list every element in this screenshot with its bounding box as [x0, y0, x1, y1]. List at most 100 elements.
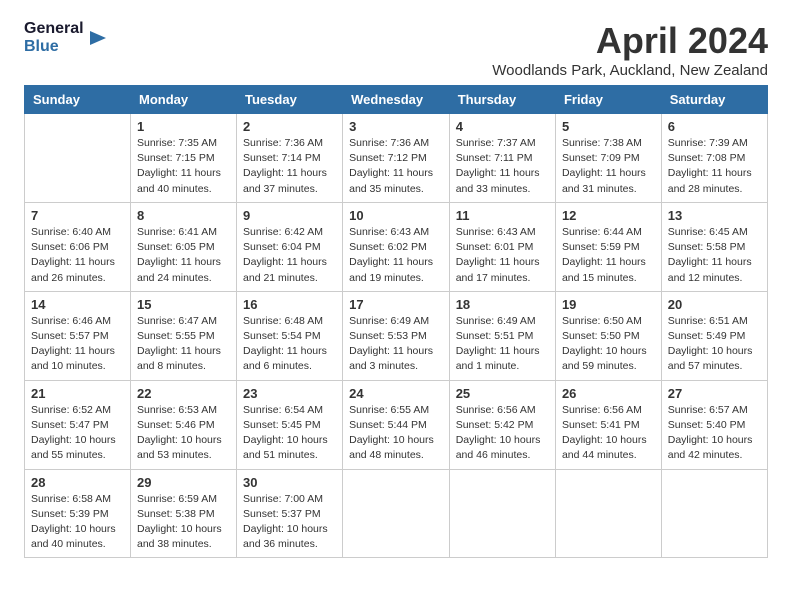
day-info: Sunrise: 6:49 AM Sunset: 5:51 PM Dayligh… — [456, 314, 549, 375]
calendar-cell: 3 Sunrise: 7:36 AM Sunset: 7:12 PM Daylig… — [343, 114, 450, 203]
logo-general: General — [24, 20, 84, 38]
day-number: 12 — [562, 208, 655, 223]
day-number: 25 — [456, 386, 549, 401]
day-number: 18 — [456, 297, 549, 312]
day-info: Sunrise: 6:49 AM Sunset: 5:53 PM Dayligh… — [349, 314, 443, 375]
day-info: Sunrise: 6:57 AM Sunset: 5:40 PM Dayligh… — [668, 403, 761, 464]
calendar-cell — [449, 469, 555, 558]
column-header-thursday: Thursday — [449, 86, 555, 114]
calendar-cell: 5 Sunrise: 7:38 AM Sunset: 7:09 PM Daylig… — [555, 114, 661, 203]
day-number: 27 — [668, 386, 761, 401]
location-title: Woodlands Park, Auckland, New Zealand — [492, 62, 768, 79]
column-header-friday: Friday — [555, 86, 661, 114]
day-info: Sunrise: 6:53 AM Sunset: 5:46 PM Dayligh… — [137, 403, 230, 464]
day-info: Sunrise: 6:58 AM Sunset: 5:39 PM Dayligh… — [31, 492, 124, 553]
logo-triangle-icon — [86, 27, 108, 49]
day-info: Sunrise: 6:47 AM Sunset: 5:55 PM Dayligh… — [137, 314, 230, 375]
day-number: 28 — [31, 475, 124, 490]
calendar-cell: 8 Sunrise: 6:41 AM Sunset: 6:05 PM Daylig… — [130, 202, 236, 291]
calendar-cell — [555, 469, 661, 558]
column-header-sunday: Sunday — [25, 86, 131, 114]
column-header-wednesday: Wednesday — [343, 86, 450, 114]
calendar-cell: 10 Sunrise: 6:43 AM Sunset: 6:02 PM Dayli… — [343, 202, 450, 291]
day-number: 17 — [349, 297, 443, 312]
day-number: 21 — [31, 386, 124, 401]
day-info: Sunrise: 6:41 AM Sunset: 6:05 PM Dayligh… — [137, 225, 230, 286]
day-number: 16 — [243, 297, 336, 312]
day-number: 4 — [456, 119, 549, 134]
calendar-cell — [25, 114, 131, 203]
day-info: Sunrise: 7:00 AM Sunset: 5:37 PM Dayligh… — [243, 492, 336, 553]
logo-block: General Blue — [24, 20, 108, 55]
page-header: General Blue April 2024 Woodlands Park, … — [24, 20, 768, 79]
calendar-cell: 13Sunrise: 6:45 AM Sunset: 5:58 PM Dayli… — [661, 202, 767, 291]
day-info: Sunrise: 7:37 AM Sunset: 7:11 PM Dayligh… — [456, 136, 549, 197]
day-number: 30 — [243, 475, 336, 490]
day-info: Sunrise: 6:43 AM Sunset: 6:02 PM Dayligh… — [349, 225, 443, 286]
calendar-cell: 26 Sunrise: 6:56 AM Sunset: 5:41 PM Dayli… — [555, 380, 661, 469]
calendar-week-row: 21Sunrise: 6:52 AM Sunset: 5:47 PM Dayli… — [25, 380, 768, 469]
day-info: Sunrise: 6:56 AM Sunset: 5:42 PM Dayligh… — [456, 403, 549, 464]
calendar-week-row: 28 Sunrise: 6:58 AM Sunset: 5:39 PM Dayli… — [25, 469, 768, 558]
calendar-cell: 7Sunrise: 6:40 AM Sunset: 6:06 PM Daylig… — [25, 202, 131, 291]
day-number: 8 — [137, 208, 230, 223]
day-info: Sunrise: 6:42 AM Sunset: 6:04 PM Dayligh… — [243, 225, 336, 286]
calendar-cell — [343, 469, 450, 558]
title-block: April 2024 Woodlands Park, Auckland, New… — [492, 20, 768, 79]
calendar-cell: 12 Sunrise: 6:44 AM Sunset: 5:59 PM Dayli… — [555, 202, 661, 291]
day-number: 23 — [243, 386, 336, 401]
day-number: 3 — [349, 119, 443, 134]
day-info: Sunrise: 7:36 AM Sunset: 7:12 PM Dayligh… — [349, 136, 443, 197]
day-info: Sunrise: 6:44 AM Sunset: 5:59 PM Dayligh… — [562, 225, 655, 286]
calendar-cell: 2Sunrise: 7:36 AM Sunset: 7:14 PM Daylig… — [237, 114, 343, 203]
day-number: 7 — [31, 208, 124, 223]
day-number: 20 — [668, 297, 761, 312]
calendar-cell: 29 Sunrise: 6:59 AM Sunset: 5:38 PM Dayli… — [130, 469, 236, 558]
logo: General Blue — [24, 20, 108, 55]
day-number: 14 — [31, 297, 124, 312]
day-number: 5 — [562, 119, 655, 134]
day-info: Sunrise: 7:35 AM Sunset: 7:15 PM Dayligh… — [137, 136, 230, 197]
calendar-cell: 23 Sunrise: 6:54 AM Sunset: 5:45 PM Dayli… — [237, 380, 343, 469]
calendar-cell: 9 Sunrise: 6:42 AM Sunset: 6:04 PM Daylig… — [237, 202, 343, 291]
day-info: Sunrise: 7:38 AM Sunset: 7:09 PM Dayligh… — [562, 136, 655, 197]
logo-blue: Blue — [24, 38, 84, 56]
day-info: Sunrise: 6:56 AM Sunset: 5:41 PM Dayligh… — [562, 403, 655, 464]
calendar-cell: 22 Sunrise: 6:53 AM Sunset: 5:46 PM Dayli… — [130, 380, 236, 469]
day-info: Sunrise: 6:50 AM Sunset: 5:50 PM Dayligh… — [562, 314, 655, 375]
calendar-cell: 16Sunrise: 6:48 AM Sunset: 5:54 PM Dayli… — [237, 291, 343, 380]
calendar-cell: 27 Sunrise: 6:57 AM Sunset: 5:40 PM Dayli… — [661, 380, 767, 469]
day-info: Sunrise: 6:51 AM Sunset: 5:49 PM Dayligh… — [668, 314, 761, 375]
calendar-cell — [661, 469, 767, 558]
calendar-cell: 4 Sunrise: 7:37 AM Sunset: 7:11 PM Daylig… — [449, 114, 555, 203]
calendar-cell: 18 Sunrise: 6:49 AM Sunset: 5:51 PM Dayli… — [449, 291, 555, 380]
day-number: 1 — [137, 119, 230, 134]
calendar-cell: 14 Sunrise: 6:46 AM Sunset: 5:57 PM Dayli… — [25, 291, 131, 380]
day-info: Sunrise: 6:59 AM Sunset: 5:38 PM Dayligh… — [137, 492, 230, 553]
calendar-cell: 17 Sunrise: 6:49 AM Sunset: 5:53 PM Dayli… — [343, 291, 450, 380]
calendar-cell: 19 Sunrise: 6:50 AM Sunset: 5:50 PM Dayli… — [555, 291, 661, 380]
calendar-cell: 25 Sunrise: 6:56 AM Sunset: 5:42 PM Dayli… — [449, 380, 555, 469]
day-info: Sunrise: 6:46 AM Sunset: 5:57 PM Dayligh… — [31, 314, 124, 375]
calendar-cell: 20 Sunrise: 6:51 AM Sunset: 5:49 PM Dayli… — [661, 291, 767, 380]
day-number: 9 — [243, 208, 336, 223]
calendar-cell: 6Sunrise: 7:39 AM Sunset: 7:08 PM Daylig… — [661, 114, 767, 203]
day-number: 13 — [668, 208, 761, 223]
day-info: Sunrise: 6:43 AM Sunset: 6:01 PM Dayligh… — [456, 225, 549, 286]
day-info: Sunrise: 6:54 AM Sunset: 5:45 PM Dayligh… — [243, 403, 336, 464]
calendar-cell: 21Sunrise: 6:52 AM Sunset: 5:47 PM Dayli… — [25, 380, 131, 469]
calendar-cell: 15Sunrise: 6:47 AM Sunset: 5:55 PM Dayli… — [130, 291, 236, 380]
day-number: 29 — [137, 475, 230, 490]
day-info: Sunrise: 7:36 AM Sunset: 7:14 PM Dayligh… — [243, 136, 336, 197]
calendar-cell: 28 Sunrise: 6:58 AM Sunset: 5:39 PM Dayli… — [25, 469, 131, 558]
day-number: 10 — [349, 208, 443, 223]
day-number: 19 — [562, 297, 655, 312]
calendar-header-row: SundayMondayTuesdayWednesdayThursdayFrid… — [25, 86, 768, 114]
day-number: 26 — [562, 386, 655, 401]
day-number: 22 — [137, 386, 230, 401]
day-info: Sunrise: 6:55 AM Sunset: 5:44 PM Dayligh… — [349, 403, 443, 464]
day-info: Sunrise: 7:39 AM Sunset: 7:08 PM Dayligh… — [668, 136, 761, 197]
column-header-tuesday: Tuesday — [237, 86, 343, 114]
day-number: 11 — [456, 208, 549, 223]
calendar-week-row: 1 Sunrise: 7:35 AM Sunset: 7:15 PM Daylig… — [25, 114, 768, 203]
